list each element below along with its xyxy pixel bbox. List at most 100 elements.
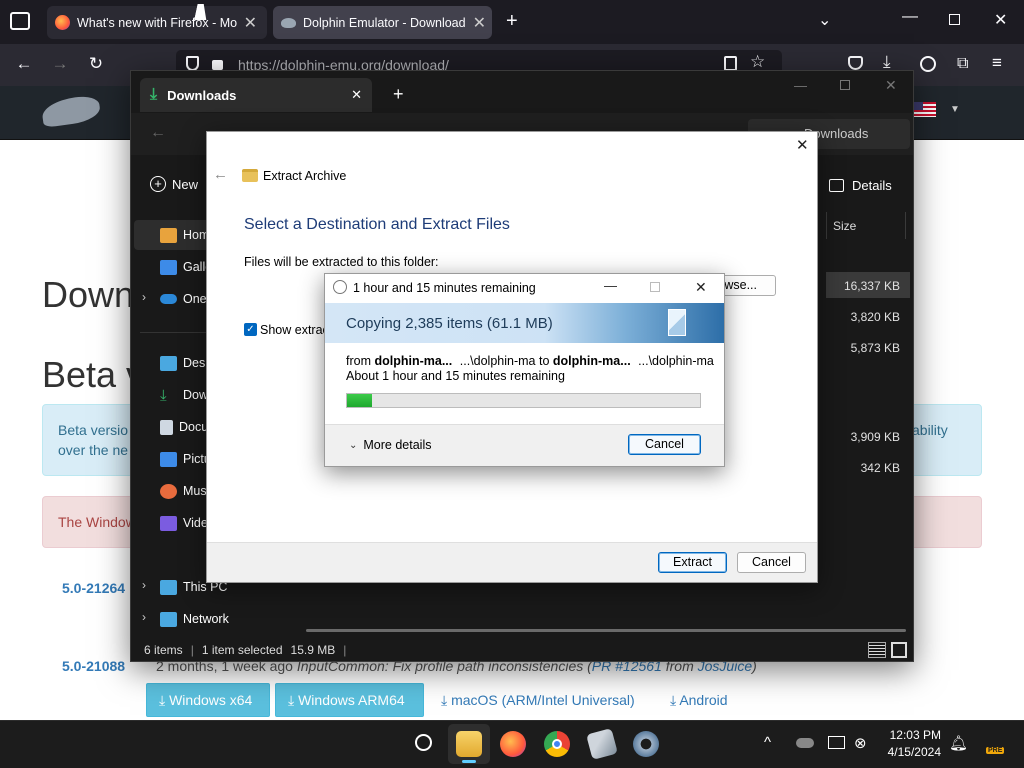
beta-heading: Beta v	[42, 354, 145, 395]
to-label: to	[538, 354, 550, 368]
tiles-view-icon[interactable]	[891, 642, 907, 658]
from-link[interactable]: dolphin-ma...	[374, 354, 452, 368]
expand-chevron-icon[interactable]: ›	[142, 578, 146, 592]
us-flag-icon[interactable]	[914, 102, 936, 117]
chrome-taskbar-icon[interactable]	[544, 731, 570, 757]
restore-icon[interactable]	[949, 14, 960, 25]
item-count: 6 items	[144, 643, 183, 657]
column-size-header[interactable]: Size	[826, 212, 906, 239]
link-label: Android	[679, 692, 728, 708]
copy-minimize-icon[interactable]: —	[604, 278, 617, 293]
dialog-close-icon[interactable]: ✕	[796, 136, 809, 154]
dialog-heading: Select a Destination and Extract Files	[244, 216, 510, 233]
new-button[interactable]: + New	[150, 176, 198, 192]
new-tab-icon[interactable]: +	[506, 10, 518, 33]
close-icon[interactable]: ✕	[244, 13, 257, 33]
explorer-status-bar: 6 items | 1 item selected 15.9 MB |	[131, 638, 913, 662]
explorer-minimize-icon[interactable]: —	[794, 78, 807, 93]
button-label: Extract	[673, 555, 712, 569]
horizontal-scrollbar[interactable]	[306, 629, 906, 632]
pre-release-badge: PRE	[986, 747, 1005, 754]
menu-icon[interactable]: ≡	[992, 53, 1002, 73]
new-tab-icon[interactable]: +	[393, 84, 404, 105]
notification-bell-icon[interactable]: 🔔︎	[949, 734, 968, 752]
copy-cancel-button[interactable]: Cancel	[628, 434, 701, 455]
copy-close-icon[interactable]: ✕	[695, 279, 707, 296]
explorer-close-icon[interactable]: ✕	[885, 77, 897, 94]
copy-banner-text: Copying 2,385 items (61.1 MB)	[346, 315, 553, 332]
details-pane-icon	[829, 179, 844, 192]
details-button[interactable]: Details	[829, 178, 892, 193]
time-remaining: About 1 hour and 15 minutes remaining	[346, 369, 565, 383]
tab-list-icon[interactable]	[10, 12, 30, 30]
expand-chevron-icon[interactable]: ›	[142, 610, 146, 624]
link-label: macOS (ARM/Intel Universal)	[451, 692, 635, 708]
clock-icon	[333, 280, 347, 294]
close-icon[interactable]: ✕	[473, 13, 486, 33]
beta-alert-text-right: ability	[912, 422, 948, 438]
extensions-icon[interactable]: ⧉	[957, 55, 968, 73]
download-android-link[interactable]: ⤓ Android	[670, 692, 728, 709]
volume-muted-icon[interactable]: ⊗	[854, 734, 867, 752]
version-link-21088[interactable]: 5.0-21088	[62, 658, 125, 674]
shield-icon[interactable]	[186, 56, 199, 71]
beta-alert-text-2: over the ne	[58, 442, 129, 458]
danger-alert-text: The Window	[58, 514, 136, 530]
reader-view-icon[interactable]	[724, 56, 737, 71]
search-icon[interactable]	[415, 734, 432, 751]
size-cell: 3,909 KB	[850, 430, 900, 444]
download-macos-link[interactable]: ⤓ macOS (ARM/Intel Universal)	[441, 692, 635, 709]
to-path: ...\dolphin-ma	[638, 354, 714, 368]
from-label: from	[346, 354, 371, 368]
explorer-back-icon[interactable]: ←	[150, 124, 166, 142]
extract-button[interactable]: Extract	[658, 552, 727, 573]
chevron-down-icon[interactable]: ▼	[950, 104, 960, 115]
tab-title: Downloads	[167, 87, 237, 103]
close-icon[interactable]: ✕	[351, 87, 362, 103]
version-link-21264[interactable]: 5.0-21264	[62, 580, 125, 596]
size-cell: 3,820 KB	[850, 310, 900, 324]
chevron-up-icon[interactable]: ^	[764, 734, 771, 751]
browser-tab-dolphin-download[interactable]: Dolphin Emulator - Download ✕	[273, 6, 492, 39]
clock-time[interactable]: 12:03 PM	[889, 728, 941, 742]
explorer-tab-downloads[interactable]: ⤓ Downloads ✕	[140, 78, 372, 112]
extract-cancel-button[interactable]: Cancel	[737, 552, 806, 573]
account-icon[interactable]	[920, 56, 936, 72]
details-view-icon[interactable]	[868, 642, 886, 658]
sidebar-item-label: Network	[183, 612, 229, 626]
download-windows-x64-button[interactable]: ⤓ Windows x64	[146, 683, 270, 717]
list-all-tabs-icon[interactable]: ⌄	[818, 10, 831, 30]
show-files-checkbox[interactable]: ✓	[244, 323, 257, 336]
back-icon[interactable]: ←	[12, 54, 36, 76]
back-icon[interactable]: ←	[213, 166, 228, 183]
more-details-toggle[interactable]: ⌄ More details	[349, 438, 431, 452]
sidebar-item-network[interactable]: Network	[160, 605, 280, 633]
expand-chevron-icon[interactable]: ›	[142, 290, 146, 304]
settings-taskbar-icon[interactable]	[633, 731, 659, 757]
close-window-icon[interactable]: ✕	[994, 10, 1007, 30]
forward-icon[interactable]: →	[48, 54, 72, 76]
explorer-maximize-icon[interactable]	[840, 80, 850, 90]
display-icon[interactable]	[828, 736, 845, 749]
tab-title: What's new with Firefox - More	[77, 15, 237, 30]
downloads-icon[interactable]: ⤓	[883, 52, 891, 72]
copy-from-to: from dolphin-ma... ...\dolphin-ma to dol…	[346, 354, 714, 368]
lock-icon[interactable]	[212, 60, 223, 70]
dolphin-favicon-icon	[281, 17, 296, 28]
button-label: Windows x64	[169, 692, 253, 708]
selection-size: 15.9 MB	[290, 643, 336, 657]
bookmark-star-icon[interactable]: ☆	[750, 52, 765, 72]
browser-tab-firefox-whats-new[interactable]: What's new with Firefox - More ✕	[47, 6, 267, 39]
progress-bar-fill	[347, 394, 372, 407]
onedrive-offline-icon[interactable]	[796, 738, 814, 748]
firefox-taskbar-icon[interactable]	[500, 731, 526, 757]
size-cell: 342 KB	[860, 461, 900, 475]
reload-icon[interactable]: ↻	[84, 54, 108, 76]
minimize-icon[interactable]: —	[902, 8, 918, 26]
to-link[interactable]: dolphin-ma...	[553, 354, 631, 368]
file-explorer-taskbar-icon[interactable]	[456, 731, 482, 757]
download-windows-arm64-button[interactable]: ⤓ Windows ARM64	[275, 683, 424, 717]
beta-alert-text-1: Beta versio	[58, 422, 129, 438]
button-label: Cancel	[645, 437, 684, 451]
clock-date[interactable]: 4/15/2024	[883, 745, 941, 759]
